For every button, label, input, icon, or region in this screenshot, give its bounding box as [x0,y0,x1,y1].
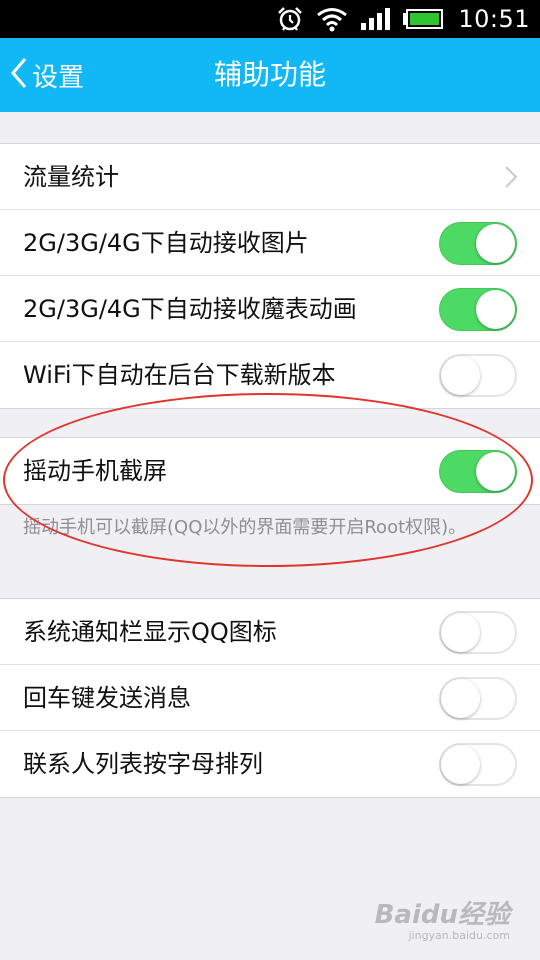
signal-icon [360,7,391,31]
row-alphabetical-contacts: 联系人列表按字母排列 [0,731,540,797]
toggle-enter-to-send[interactable] [439,677,517,720]
row-traffic-stats[interactable]: 流量统计 [0,144,540,210]
toggle-knob [441,679,480,718]
toggle-knob [441,745,480,784]
toggle-knob [476,452,515,491]
row-label: 2G/3G/4G下自动接收魔表动画 [23,295,357,323]
row-auto-receive-images: 2G/3G/4G下自动接收图片 [0,210,540,276]
row-auto-receive-magic-effects: 2G/3G/4G下自动接收魔表动画 [0,276,540,342]
row-label: 2G/3G/4G下自动接收图片 [23,229,309,257]
back-label: 设置 [32,62,85,93]
watermark-logo: Baidu经验 [374,900,510,930]
battery-level [410,13,440,25]
row-label: 摇动手机截屏 [23,457,167,485]
chevron-left-icon [10,56,28,94]
baidu-watermark: Baidu经验 jingyan.baidu.com [375,894,510,942]
toggle-shake-screenshot[interactable] [439,450,517,493]
row-enter-to-send: 回车键发送消息 [0,665,540,731]
chevron-right-icon [504,165,518,193]
toggle-auto-receive-magic-effects[interactable] [439,288,517,331]
toggle-auto-receive-images[interactable] [439,222,517,265]
shake-screenshot-hint: 摇动手机可以截屏(QQ以外的界面需要开启Root权限)。 [23,517,467,538]
row-label: 联系人列表按字母排列 [23,750,263,778]
toggle-knob [476,290,515,329]
row-shake-screenshot: 摇动手机截屏 [0,438,540,504]
toggle-knob [441,356,480,395]
wifi-icon [316,6,348,32]
toggle-wifi-auto-download[interactable] [439,354,517,397]
alarm-icon [276,5,304,33]
row-label: 流量统计 [23,163,119,191]
status-time: 10:51 [458,5,530,33]
row-notification-bar-icon: 系统通知栏显示QQ图标 [0,599,540,665]
settings-group-misc: 系统通知栏显示QQ图标 回车键发送消息 联系人列表按字母排列 [0,598,540,798]
row-label: WiFi下自动在后台下载新版本 [23,361,336,389]
toggle-knob [476,224,515,263]
battery-icon [402,8,444,30]
row-label: 系统通知栏显示QQ图标 [23,618,277,646]
settings-group-shake: 摇动手机截屏 [0,437,540,505]
settings-group-network: 流量统计 2G/3G/4G下自动接收图片 2G/3G/4G下自动接收魔表动画 W… [0,143,540,409]
back-button[interactable]: 设置 [10,38,84,112]
toggle-notification-bar-icon[interactable] [439,611,517,654]
toggle-knob [441,613,480,652]
status-bar: 10:51 [0,0,540,38]
nav-bar: 设置 辅助功能 [0,38,540,112]
row-wifi-auto-download: WiFi下自动在后台下载新版本 [0,342,540,408]
row-label: 回车键发送消息 [23,684,191,712]
toggle-alphabetical-contacts[interactable] [439,743,517,786]
